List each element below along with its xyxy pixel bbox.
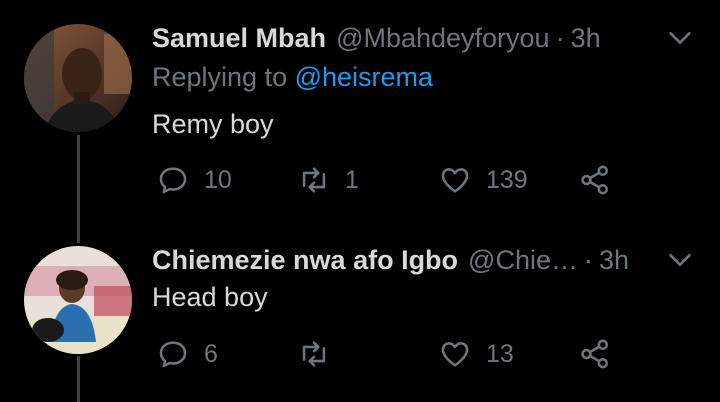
share-button[interactable] xyxy=(578,160,612,200)
like-icon xyxy=(441,342,469,367)
timestamp[interactable]: 3h xyxy=(599,245,629,276)
retweet-button[interactable]: 1 xyxy=(297,160,359,200)
tweet-header: Samuel Mbah @Mbahdeyforyou · 3h xyxy=(152,18,640,58)
tweet[interactable]: Samuel Mbah @Mbahdeyforyou · 3h Replying… xyxy=(0,0,720,240)
like-button[interactable]: 13 xyxy=(438,334,514,374)
replying-prefix: Replying to xyxy=(152,62,288,92)
avatar[interactable] xyxy=(24,24,132,132)
mention-link[interactable]: @heisrema xyxy=(295,62,433,92)
chevron-down-icon[interactable] xyxy=(666,24,694,52)
reply-icon xyxy=(159,341,187,368)
replying-to: Replying to @heisrema xyxy=(152,62,433,93)
user-handle[interactable]: @Chie… xyxy=(468,245,578,276)
display-name[interactable]: Samuel Mbah xyxy=(152,23,326,54)
tweet[interactable]: Chiemezie nwa afo Igbo @Chie… · 3h Head … xyxy=(0,240,720,402)
retweet-icon xyxy=(302,167,326,193)
user-handle[interactable]: @Mbahdeyforyou xyxy=(336,23,550,54)
share-button[interactable] xyxy=(578,334,612,374)
display-name[interactable]: Chiemezie nwa afo Igbo xyxy=(152,245,458,276)
share-icon xyxy=(581,165,609,195)
like-count: 13 xyxy=(486,339,514,368)
retweet-count: 1 xyxy=(345,165,359,194)
tweet-actions: 6 13 xyxy=(0,334,720,374)
separator: · xyxy=(555,22,565,53)
retweet-icon xyxy=(302,341,326,367)
chevron-down-icon[interactable] xyxy=(666,246,694,274)
reply-count: 6 xyxy=(204,339,218,368)
like-count: 139 xyxy=(486,165,528,194)
reply-button[interactable]: 6 xyxy=(156,334,218,374)
like-icon xyxy=(441,168,469,193)
tweet-actions: 10 1 139 xyxy=(0,160,720,200)
tweet-text: Remy boy xyxy=(152,109,274,139)
timestamp[interactable]: 3h xyxy=(571,23,601,54)
like-button[interactable]: 139 xyxy=(438,160,528,200)
reply-icon xyxy=(159,167,187,194)
share-icon xyxy=(581,339,609,369)
tweet-header: Chiemezie nwa afo Igbo @Chie… · 3h xyxy=(152,240,640,280)
retweet-button[interactable] xyxy=(297,334,345,374)
separator: · xyxy=(584,244,593,275)
reply-count: 10 xyxy=(204,165,232,194)
reply-button[interactable]: 10 xyxy=(156,160,232,200)
tweet-text: Head boy xyxy=(152,282,268,312)
